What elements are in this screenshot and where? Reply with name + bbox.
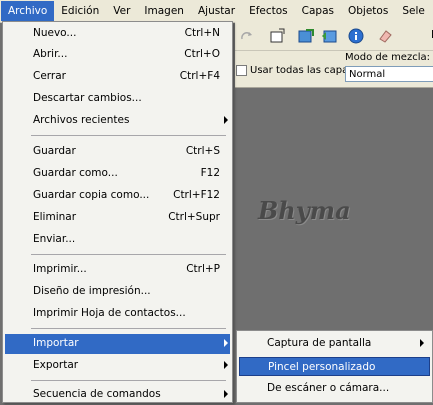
- menu-objetos[interactable]: Objetos: [341, 1, 395, 21]
- menu-item-label: Eliminar: [33, 211, 77, 223]
- menu-item-shortcut: Ctrl+F12: [173, 189, 220, 201]
- menu-imagen[interactable]: Imagen: [137, 1, 191, 21]
- eraser-icon[interactable]: [375, 26, 395, 46]
- submenu-item-escaner-camara[interactable]: De escáner o cámara...: [239, 379, 430, 398]
- menu-item-enviar[interactable]: Enviar...: [5, 230, 230, 250]
- menu-ver[interactable]: Ver: [106, 1, 137, 21]
- menu-item-importar[interactable]: Importar: [5, 334, 230, 354]
- menu-efectos[interactable]: Efectos: [242, 1, 295, 21]
- refresh-icon[interactable]: [297, 26, 317, 46]
- menu-item-archivos-recientes[interactable]: Archivos recientes: [5, 111, 230, 131]
- menu-separator: [31, 380, 226, 381]
- archivo-menu: Nuevo... Ctrl+N Abrir... Ctrl+O Cerrar C…: [2, 21, 233, 403]
- toolbar: Me: [235, 22, 433, 51]
- menu-item-label: Guardar como...: [33, 167, 118, 179]
- menu-item-label: Nuevo...: [33, 27, 77, 39]
- menu-archivo[interactable]: Archivo: [1, 1, 55, 21]
- menu-item-label: Enviar...: [33, 233, 76, 245]
- menu-item-imprimir[interactable]: Imprimir... Ctrl+P: [5, 260, 230, 280]
- menu-item-label: Cerrar: [33, 70, 66, 82]
- menu-item-label: Guardar copia como...: [33, 189, 150, 201]
- menu-item-imprimir-hoja-contactos[interactable]: Imprimir Hoja de contactos...: [5, 304, 230, 324]
- menu-item-label: Imprimir Hoja de contactos...: [33, 307, 186, 319]
- watermark-text: Bhyma: [258, 196, 351, 225]
- blend-mode-label: Modo de mezcla:: [345, 52, 430, 63]
- menu-item-cerrar[interactable]: Cerrar Ctrl+F4: [5, 67, 230, 87]
- submenu-item-pincel-personalizado[interactable]: Pincel personalizado: [239, 357, 430, 376]
- submenu-arrow-icon: [224, 116, 228, 124]
- menu-item-descartar-cambios[interactable]: Descartar cambios...: [5, 89, 230, 109]
- menu-item-label: Archivos recientes: [33, 114, 130, 126]
- menu-separator: [31, 135, 226, 136]
- menu-item-shortcut: Ctrl+S: [185, 145, 220, 157]
- submenu-arrow-icon: [224, 390, 228, 398]
- submenu-arrow-icon: [420, 339, 424, 347]
- menu-item-label: De escáner o cámara...: [267, 382, 390, 394]
- submenu-arrow-icon: [224, 339, 228, 347]
- menu-item-diseno-impresion[interactable]: Diseño de impresión...: [5, 282, 230, 302]
- menu-edicion[interactable]: Edición: [54, 1, 106, 21]
- menu-item-exportar[interactable]: Exportar: [5, 356, 230, 376]
- importar-submenu: Captura de pantalla Pincel personalizado…: [236, 330, 433, 403]
- menu-bar: Archivo Edición Ver Imagen Ajustar Efect…: [0, 0, 433, 23]
- menu-item-shortcut: Ctrl+P: [186, 263, 220, 275]
- menu-item-label: Imprimir...: [33, 263, 87, 275]
- menu-ajustar[interactable]: Ajustar: [191, 1, 242, 21]
- new-window-icon[interactable]: [267, 26, 287, 46]
- use-all-layers-option[interactable]: Usar todas las capas: [236, 65, 353, 76]
- menu-item-eliminar[interactable]: Eliminar Ctrl+Supr: [5, 208, 230, 228]
- menu-item-shortcut: Ctrl+Supr: [168, 211, 220, 223]
- menu-item-label: Captura de pantalla: [267, 337, 372, 349]
- menu-item-label: Descartar cambios...: [33, 92, 142, 104]
- menu-item-shortcut: Ctrl+O: [184, 48, 220, 60]
- use-all-layers-label: Usar todas las capas: [250, 65, 354, 76]
- menu-item-secuencia-comandos[interactable]: Secuencia de comandos: [5, 385, 230, 405]
- menu-item-shortcut: F12: [200, 167, 220, 179]
- menu-separator: [31, 328, 226, 329]
- browse-icon[interactable]: [319, 26, 339, 46]
- menu-item-label: Guardar: [33, 145, 76, 157]
- info-icon[interactable]: [346, 26, 366, 46]
- menu-capas[interactable]: Capas: [295, 1, 341, 21]
- menu-item-shortcut: Ctrl+F4: [179, 70, 220, 82]
- menu-item-guardar-copia-como[interactable]: Guardar copia como... Ctrl+F12: [5, 186, 230, 206]
- menu-item-label: Pincel personalizado: [268, 361, 376, 373]
- menu-item-shortcut: Ctrl+N: [184, 27, 220, 39]
- menu-item-guardar-como[interactable]: Guardar como... F12: [5, 164, 230, 184]
- tool-options: Usar todas las capas Modo de mezcla: Nor…: [235, 51, 433, 88]
- menu-item-label: Exportar: [33, 359, 79, 371]
- menu-item-label: Abrir...: [33, 48, 68, 60]
- menu-seleccionar[interactable]: Sele: [395, 1, 432, 21]
- menu-item-nuevo[interactable]: Nuevo... Ctrl+N: [5, 24, 230, 44]
- menu-item-label: Importar: [33, 337, 79, 349]
- menu-item-abrir[interactable]: Abrir... Ctrl+O: [5, 45, 230, 65]
- use-all-layers-checkbox[interactable]: [236, 65, 247, 76]
- menu-item-label: Secuencia de comandos: [33, 388, 161, 400]
- submenu-arrow-icon: [224, 361, 228, 369]
- blend-mode-select[interactable]: Normal: [345, 66, 433, 82]
- menu-item-guardar[interactable]: Guardar Ctrl+S: [5, 142, 230, 162]
- submenu-item-captura-pantalla[interactable]: Captura de pantalla: [239, 334, 430, 353]
- menu-item-label: Diseño de impresión...: [33, 285, 151, 297]
- redo-icon[interactable]: [237, 26, 257, 46]
- menu-separator: [31, 254, 226, 255]
